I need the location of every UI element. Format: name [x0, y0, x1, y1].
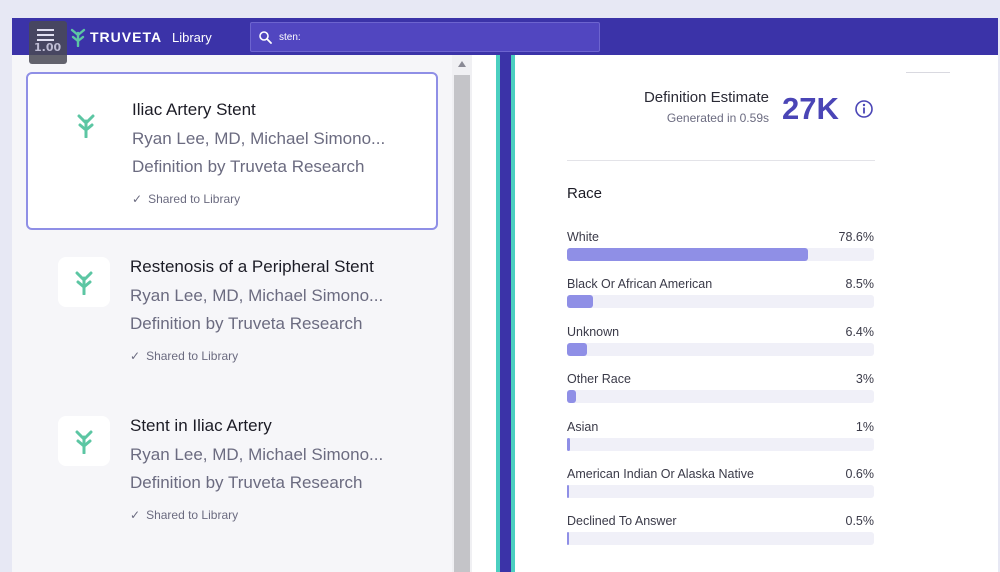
result-card[interactable]: Restenosis of a Peripheral Stent Ryan Le…	[26, 231, 438, 389]
shared-status: ✓ Shared to Library	[132, 192, 240, 206]
search-icon	[259, 31, 272, 44]
result-authors: Ryan Lee, MD, Michael Simono...	[130, 286, 384, 305]
zoom-level: 1.00	[34, 41, 62, 54]
nav-library-link[interactable]: Library	[172, 30, 212, 45]
shared-status: ✓ Shared to Library	[130, 349, 238, 363]
definition-icon	[60, 100, 112, 150]
scroll-up-arrow-icon[interactable]	[458, 61, 466, 67]
race-row: White 78.6%	[567, 230, 874, 270]
race-percent: 3%	[855, 372, 874, 387]
definition-detail-panel: Definition Estimate Generated in 0.59s 2…	[515, 55, 998, 572]
race-label: Black Or African American	[567, 277, 713, 292]
check-icon: ✓	[132, 192, 143, 206]
race-row: Black Or African American 8.5%	[567, 277, 874, 317]
race-bar-track	[567, 532, 874, 546]
result-definition-by: Definition by Truveta Research	[130, 314, 363, 333]
race-section-title: Race	[567, 185, 603, 202]
result-authors: Ryan Lee, MD, Michael Simono...	[130, 445, 384, 464]
estimate-label: Definition Estimate	[643, 89, 769, 106]
brand-name[interactable]: TRUVETA	[90, 29, 162, 45]
race-percent: 78.6%	[838, 230, 874, 244]
race-row: Other Race 3%	[567, 372, 874, 412]
race-percent: 8.5%	[845, 277, 875, 292]
race-bar-track	[567, 485, 874, 498]
search-input[interactable]: sten:	[250, 22, 600, 52]
shared-label: Shared to Library	[146, 508, 239, 522]
race-bar-fill	[567, 437, 570, 451]
result-definition-by: Definition by Truveta Research	[130, 473, 363, 492]
race-bar-fill	[567, 532, 569, 546]
truveta-logo-icon	[70, 28, 86, 47]
definition-icon	[58, 416, 110, 466]
race-label: American Indian Or Alaska Native	[567, 467, 754, 481]
info-icon[interactable]	[854, 99, 874, 119]
accent-stripe	[500, 55, 511, 572]
race-bar-fill	[567, 485, 569, 498]
race-bar-fill	[567, 295, 593, 309]
pane-divider	[472, 55, 496, 572]
result-title: Restenosis of a Peripheral Stent	[130, 257, 374, 276]
shared-status: ✓ Shared to Library	[130, 508, 238, 522]
estimate-value: 27K	[782, 91, 839, 126]
results-scrollbar[interactable]	[452, 55, 472, 572]
definition-icon	[58, 257, 110, 307]
race-bar-track	[567, 437, 874, 451]
result-authors: Ryan Lee, MD, Michael Simono...	[132, 129, 386, 148]
race-percent: 6.4%	[845, 324, 875, 339]
race-label: Asian	[567, 419, 599, 434]
race-percent: 0.5%	[845, 514, 875, 529]
result-title: Iliac Artery Stent	[132, 100, 256, 119]
race-row: Unknown 6.4%	[567, 325, 874, 365]
scroll-thumb[interactable]	[454, 75, 470, 572]
race-bar-fill	[567, 342, 587, 356]
race-label: Declined To Answer	[567, 514, 677, 529]
app-window: 1.00 TRUVETA Library sten: Iliac Artery …	[12, 18, 998, 572]
race-percent: 0.6%	[845, 467, 875, 481]
race-row: American Indian Or Alaska Native 0.6%	[567, 467, 874, 507]
results-list: Iliac Artery Stent Ryan Lee, MD, Michael…	[12, 55, 452, 572]
result-title: Stent in Iliac Artery	[130, 416, 272, 435]
race-label: White	[567, 230, 599, 244]
race-row: Declined To Answer 0.5%	[567, 514, 874, 554]
search-value[interactable]: sten:	[279, 32, 301, 43]
result-card[interactable]: Iliac Artery Stent Ryan Lee, MD, Michael…	[26, 72, 438, 230]
section-divider	[567, 160, 875, 161]
race-bar-fill	[567, 390, 576, 404]
result-definition-by: Definition by Truveta Research	[132, 157, 365, 176]
race-row: Asian 1%	[567, 420, 874, 460]
check-icon: ✓	[130, 508, 141, 522]
race-bar-track	[567, 390, 874, 404]
race-percent: 1%	[855, 419, 874, 434]
race-label: Other Race	[567, 372, 631, 387]
race-bar-track	[567, 295, 874, 309]
race-label: Unknown	[567, 324, 620, 339]
shared-label: Shared to Library	[148, 192, 241, 206]
race-bar-fill	[567, 248, 808, 261]
tab-indicator	[906, 72, 950, 73]
check-icon: ✓	[130, 349, 141, 363]
race-bar-track	[567, 342, 874, 356]
race-bar-track	[567, 248, 874, 261]
top-bar: 1.00 TRUVETA Library sten:	[12, 18, 998, 64]
result-card[interactable]: Stent in Iliac Artery Ryan Lee, MD, Mich…	[26, 390, 438, 548]
shared-label: Shared to Library	[146, 349, 239, 363]
estimate-generated-time: Generated in 0.59s	[666, 111, 769, 125]
